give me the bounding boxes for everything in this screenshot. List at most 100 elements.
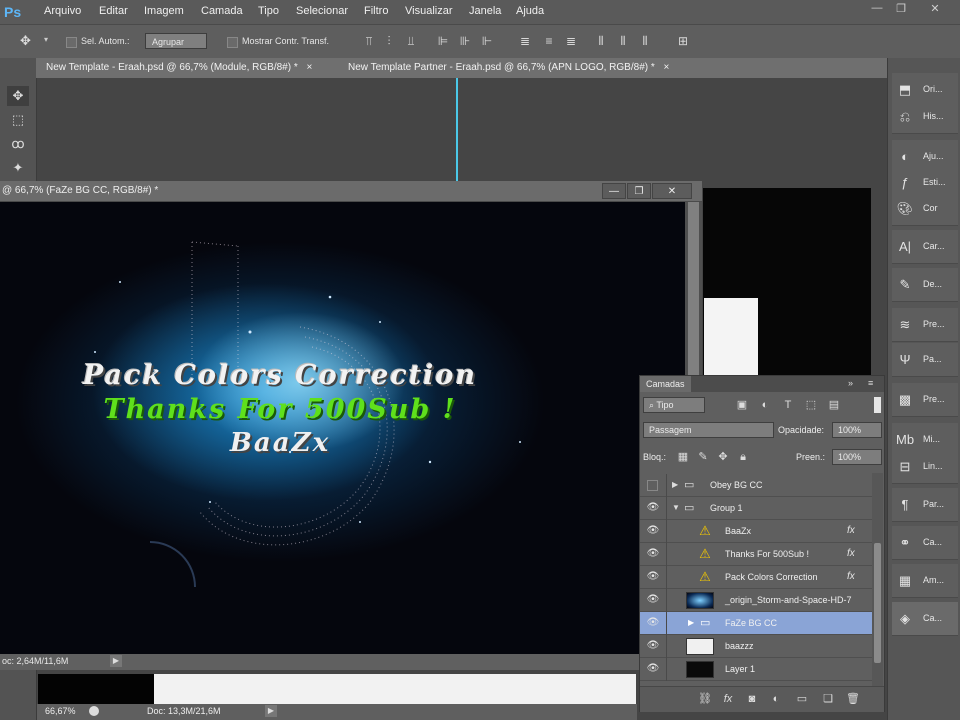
add-mask-icon[interactable]: ◙: [746, 693, 758, 705]
menu-tipo[interactable]: Tipo: [258, 5, 279, 17]
chevron-down-icon[interactable]: ▾: [44, 35, 48, 44]
align-vcenter-icon[interactable]: ⫶: [382, 35, 396, 47]
menu-imagem[interactable]: Imagem: [144, 5, 184, 17]
layer-row-baazzz[interactable]: 👁︎ baazzz: [640, 635, 872, 658]
scrollbar-thumb[interactable]: [874, 543, 881, 663]
menu-arquivo[interactable]: Arquivo: [44, 5, 81, 17]
layer-row-group-1[interactable]: 👁︎ ▼ ▭ Group 1: [640, 497, 872, 520]
filter-toggle-switch[interactable]: [874, 397, 881, 413]
lock-transparency-icon[interactable]: ▦: [677, 451, 689, 463]
dock-item-timeline[interactable]: ⊟ Lin...: [892, 450, 958, 484]
panel-menu-icon[interactable]: ≡: [868, 378, 873, 388]
minimize-button[interactable]: —: [868, 2, 886, 16]
eye-icon[interactable]: 👁︎: [646, 502, 660, 514]
layers-panel-header[interactable]: Camadas » ≡: [640, 376, 884, 392]
align-left-icon[interactable]: ⊫: [436, 35, 450, 47]
chevron-right-icon[interactable]: ▶: [672, 480, 678, 489]
visibility-toggle-off[interactable]: [647, 480, 658, 491]
filter-adjustment-icon[interactable]: ◐: [759, 399, 771, 411]
dock-item-history[interactable]: ⎌ His...: [892, 100, 958, 134]
new-layer-icon[interactable]: ❏: [822, 693, 834, 705]
auto-align-icon[interactable]: ⊞: [676, 35, 690, 47]
menu-ajuda[interactable]: Ajuda: [516, 5, 544, 17]
link-layers-icon[interactable]: ⛓: [698, 693, 712, 705]
dock-item-swatches[interactable]: ▦ Am...: [892, 564, 958, 598]
dock-item-brush[interactable]: Ψ Pa...: [892, 343, 958, 377]
dock-item-character[interactable]: A| Car...: [892, 230, 958, 264]
dock-item-layers[interactable]: ◈ Ca...: [892, 602, 958, 636]
filter-shape-icon[interactable]: ⬚: [805, 399, 817, 411]
doc-restore-button[interactable]: ❐: [627, 183, 651, 199]
layer-row-pack-colors[interactable]: 👁︎ ⚠ Pack Colors Correction fx: [640, 566, 872, 589]
opacity-field[interactable]: 100%: [832, 422, 882, 438]
align-right-icon[interactable]: ⊩: [480, 35, 494, 47]
tab-close-icon[interactable]: ×: [664, 62, 670, 73]
move-tool-preset-icon[interactable]: ✥: [20, 33, 42, 49]
align-bottom-icon[interactable]: ⫫: [404, 35, 418, 47]
distribute-right-icon[interactable]: ⦀: [638, 35, 652, 47]
align-hcenter-icon[interactable]: ⊪: [458, 35, 472, 47]
lasso-tool-icon[interactable]: ꝏ: [7, 134, 29, 154]
menu-camada[interactable]: Camada: [201, 5, 243, 17]
distribute-bottom-icon[interactable]: ≣: [564, 35, 578, 47]
close-button[interactable]: ✕: [926, 2, 944, 16]
distribute-left-icon[interactable]: ⦀: [594, 35, 608, 47]
auto-select-checkbox[interactable]: [66, 37, 77, 48]
dock-item-paths[interactable]: ✎ De...: [892, 268, 958, 302]
layer-row-baazx[interactable]: 👁︎ ⚠ BaaZx fx: [640, 520, 872, 543]
lock-image-icon[interactable]: ✎: [697, 451, 709, 463]
layer-row-layer-1[interactable]: 👁︎ Layer 1: [640, 658, 872, 681]
dock-item-channels[interactable]: ⚭ Ca...: [892, 526, 958, 560]
layers-scrollbar[interactable]: [872, 473, 883, 686]
marquee-tool-icon[interactable]: ⬚: [7, 110, 29, 130]
tab-close-icon[interactable]: ×: [307, 62, 313, 73]
eye-icon[interactable]: 👁︎: [646, 548, 660, 560]
collapse-icon[interactable]: »: [848, 378, 853, 388]
tab-new-template-partner[interactable]: New Template Partner - Eraah.psd @ 66,7%…: [348, 58, 669, 78]
filter-pixel-icon[interactable]: ▣: [736, 399, 748, 411]
zoom-readout[interactable]: 66,67%: [45, 706, 76, 716]
filter-type-icon[interactable]: T: [782, 399, 794, 411]
filter-smart-object-icon[interactable]: ▤: [828, 399, 840, 411]
tab-new-template[interactable]: New Template - Eraah.psd @ 66,7% (Module…: [46, 58, 312, 78]
layer-row-obey-bg-cc[interactable]: ▶ ▭ Obey BG CC: [640, 474, 872, 497]
document-canvas[interactable]: Pack Colors Correction Thanks For 500Sub…: [0, 202, 685, 654]
lock-position-icon[interactable]: ✥: [717, 451, 729, 463]
eye-icon[interactable]: 👁︎: [646, 617, 660, 629]
show-transform-checkbox[interactable]: [227, 37, 238, 48]
guide-line[interactable]: [456, 78, 458, 182]
dock-item-presets[interactable]: ≋ Pre...: [892, 308, 958, 342]
eye-icon[interactable]: 👁︎: [646, 640, 660, 652]
move-tool-icon[interactable]: ✥: [7, 86, 29, 106]
menu-editar[interactable]: Editar: [99, 5, 128, 17]
dock-item-paragraph[interactable]: ¶ Par...: [892, 488, 958, 522]
align-top-icon[interactable]: ⫪: [362, 35, 376, 47]
menu-visualizar[interactable]: Visualizar: [405, 5, 453, 17]
eye-icon[interactable]: 👁︎: [646, 571, 660, 583]
fill-field[interactable]: 100%: [832, 449, 882, 465]
layer-filter-dropdown[interactable]: ⌕ Tipo: [643, 397, 705, 413]
distribute-hcenter-icon[interactable]: ⦀: [616, 35, 630, 47]
blend-mode-dropdown[interactable]: Passagem: [643, 422, 774, 438]
dock-item-color[interactable]: 🎨︎ Cor: [892, 192, 958, 226]
fx-icon[interactable]: fx: [847, 571, 855, 582]
trash-icon[interactable]: 🗑︎: [846, 693, 860, 705]
new-group-icon[interactable]: ▭: [796, 693, 808, 705]
chevron-right-icon[interactable]: ▶: [688, 618, 694, 627]
chevron-down-icon[interactable]: ▼: [672, 503, 680, 512]
doc-close-button[interactable]: ✕: [652, 183, 692, 199]
auto-select-dropdown[interactable]: Agrupar: [145, 33, 207, 49]
distribute-top-icon[interactable]: ≣: [518, 35, 532, 47]
status-arrow-icon[interactable]: ▶: [265, 705, 277, 717]
status-arrow-icon[interactable]: ▶: [110, 655, 122, 667]
doc-minimize-button[interactable]: —: [602, 183, 626, 199]
eye-icon[interactable]: 👁︎: [646, 525, 660, 537]
menu-selecionar[interactable]: Selecionar: [296, 5, 348, 17]
restore-button[interactable]: ❐: [892, 2, 910, 16]
fx-icon[interactable]: fx: [847, 548, 855, 559]
layer-row-thanks[interactable]: 👁︎ ⚠ Thanks For 500Sub ! fx: [640, 543, 872, 566]
layer-row-faze-bg-cc[interactable]: 👁︎ ▶ ▭ FaZe BG CC: [640, 612, 872, 635]
layers-panel-title[interactable]: Camadas: [640, 376, 691, 392]
dock-item-tool-presets[interactable]: ▩ Pre...: [892, 383, 958, 417]
distribute-vcenter-icon[interactable]: ≡: [542, 35, 556, 47]
